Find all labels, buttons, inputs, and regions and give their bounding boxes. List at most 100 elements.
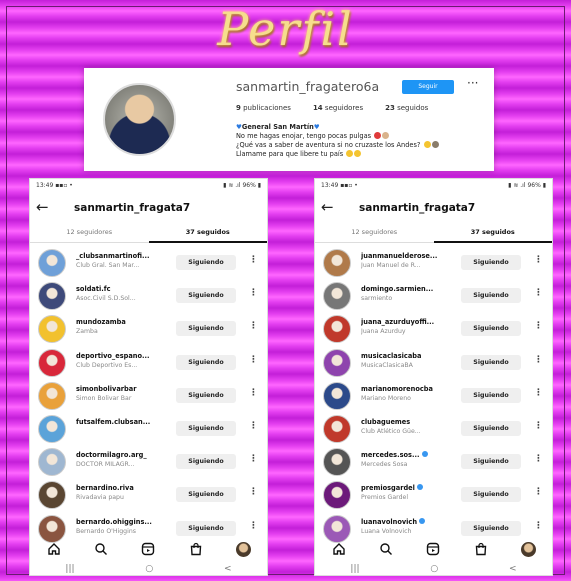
username[interactable]: mercedes.sos... xyxy=(361,451,453,459)
username[interactable]: marianomorenocba xyxy=(361,385,453,393)
list-item[interactable]: marianomorenocba Mariano Moreno Siguiendo ⋮ xyxy=(315,380,552,413)
reels-icon[interactable] xyxy=(424,540,442,558)
username[interactable]: futsalfem.clubsan... xyxy=(76,418,168,426)
username[interactable]: luanavolnovich xyxy=(361,517,453,526)
following-button[interactable]: Siguiendo xyxy=(461,288,521,304)
profile-avatar[interactable] xyxy=(234,540,252,558)
following-button[interactable]: Siguiendo xyxy=(176,420,236,436)
username[interactable]: musicaclasicaba xyxy=(361,352,453,360)
list-item[interactable]: juana_azurduyoffi... Juana Azurduy Siguien… xyxy=(315,313,552,346)
tab-followers[interactable]: 12 seguidores xyxy=(30,228,149,236)
username[interactable]: simonbolivarbar xyxy=(76,385,168,393)
username[interactable]: deportivo_espano... xyxy=(76,352,168,360)
user-avatar[interactable] xyxy=(323,414,351,443)
more-vertical-icon[interactable]: ⋮ xyxy=(534,454,543,464)
list-item[interactable]: _clubsanmartinofi... Club Gral. San Mar..… xyxy=(30,247,267,280)
more-vertical-icon[interactable]: ⋮ xyxy=(249,255,258,265)
profile-avatar[interactable] xyxy=(103,83,176,156)
username[interactable]: doctormilagro.arg_ xyxy=(76,451,168,459)
list-item[interactable]: simonbolivarbar Simon Bolivar Bar Siguiend… xyxy=(30,380,267,413)
following-button[interactable]: Siguiendo xyxy=(461,255,521,270)
tab-following[interactable]: 37 seguidos xyxy=(434,228,553,236)
recent-apps-button[interactable]: ||| xyxy=(65,564,74,574)
more-vertical-icon[interactable]: ⋮ xyxy=(249,521,258,531)
shop-icon[interactable] xyxy=(472,540,490,558)
user-avatar[interactable] xyxy=(38,481,66,510)
username[interactable]: clubaguemes xyxy=(361,418,453,426)
tab-following[interactable]: 37 seguidos xyxy=(149,228,268,236)
user-avatar[interactable] xyxy=(38,249,66,277)
following-button[interactable]: Siguiendo xyxy=(176,454,236,470)
more-vertical-icon[interactable]: ⋮ xyxy=(249,487,258,497)
following-button[interactable]: Siguiendo xyxy=(461,520,521,536)
user-avatar[interactable] xyxy=(323,448,351,477)
username[interactable]: bernardo.ohiggins... xyxy=(76,518,168,526)
username[interactable]: soldati.fc xyxy=(76,285,168,293)
back-button[interactable]: < xyxy=(509,564,517,574)
more-vertical-icon[interactable]: ⋮ xyxy=(534,388,543,398)
following-button[interactable]: Siguiendo xyxy=(461,454,521,470)
username[interactable]: domingo.sarmien... xyxy=(361,285,453,293)
following-button[interactable]: Siguiendo xyxy=(176,387,236,403)
more-vertical-icon[interactable]: ⋮ xyxy=(534,355,543,365)
list-item[interactable]: clubaguemes Club Atlético Güe... Siguiendo… xyxy=(315,413,552,446)
user-avatar[interactable] xyxy=(323,282,351,311)
following-button[interactable]: Siguiendo xyxy=(461,387,521,403)
list-item[interactable]: mercedes.sos... Mercedes Sosa Siguiendo ⋮ xyxy=(315,446,552,479)
user-avatar[interactable] xyxy=(323,481,351,510)
following-button[interactable]: Siguiendo xyxy=(176,288,236,304)
user-avatar[interactable] xyxy=(38,315,66,344)
list-item[interactable]: soldati.fc Asoc.Civil S.D.Sol... Siguiendo… xyxy=(30,280,267,313)
more-vertical-icon[interactable]: ⋮ xyxy=(249,454,258,464)
following-button[interactable]: Siguiendo xyxy=(176,255,236,270)
following-button[interactable]: Siguiendo xyxy=(461,487,521,503)
tab-followers[interactable]: 12 seguidores xyxy=(315,228,434,236)
list-item[interactable]: mundozamba Zamba Siguiendo ⋮ xyxy=(30,313,267,346)
more-vertical-icon[interactable]: ⋮ xyxy=(534,255,543,265)
shop-icon[interactable] xyxy=(187,540,205,558)
home-icon[interactable] xyxy=(45,540,63,558)
user-avatar[interactable] xyxy=(38,381,66,410)
more-vertical-icon[interactable]: ⋮ xyxy=(534,321,543,331)
home-icon[interactable] xyxy=(330,540,348,558)
reels-icon[interactable] xyxy=(139,540,157,558)
user-avatar[interactable] xyxy=(38,282,66,311)
list-item[interactable]: premiosgardel Premios Gardel Siguiendo ⋮ xyxy=(315,479,552,512)
following-button[interactable]: Siguiendo xyxy=(176,520,236,536)
user-avatar[interactable] xyxy=(323,348,351,377)
user-avatar[interactable] xyxy=(38,348,66,377)
more-options-icon[interactable]: ··· xyxy=(467,76,478,90)
back-arrow-icon[interactable]: ← xyxy=(321,199,334,215)
username[interactable]: juanmanuelderose... xyxy=(361,252,453,260)
back-arrow-icon[interactable]: ← xyxy=(36,199,49,215)
list-item[interactable]: doctormilagro.arg_ DOCTOR MILAGR... Siguie… xyxy=(30,446,267,479)
user-avatar[interactable] xyxy=(323,249,351,277)
search-icon[interactable] xyxy=(92,540,110,558)
following-button[interactable]: Siguiendo xyxy=(176,487,236,503)
home-button[interactable]: ○ xyxy=(145,564,153,574)
back-button[interactable]: < xyxy=(224,564,232,574)
stat-followers[interactable]: 14 seguidores xyxy=(313,104,363,112)
following-button[interactable]: Siguiendo xyxy=(176,354,236,370)
list-item[interactable]: deportivo_espano... Club Deportivo Es... S… xyxy=(30,347,267,380)
more-vertical-icon[interactable]: ⋮ xyxy=(534,421,543,431)
list-item[interactable]: juanmanuelderose... Juan Manuel de R... Si… xyxy=(315,247,552,280)
list-item[interactable]: futsalfem.clubsan... Siguiendo ⋮ xyxy=(30,413,267,446)
search-icon[interactable] xyxy=(377,540,395,558)
following-button[interactable]: Siguiendo xyxy=(461,321,521,337)
following-button[interactable]: Siguiendo xyxy=(461,354,521,370)
more-vertical-icon[interactable]: ⋮ xyxy=(249,321,258,331)
username[interactable]: premiosgardel xyxy=(361,484,453,492)
list-item[interactable]: bernardino.riva Rivadavia papu Siguiendo ⋮ xyxy=(30,479,267,512)
more-vertical-icon[interactable]: ⋮ xyxy=(249,288,258,298)
list-item[interactable]: domingo.sarmien... sarmiento Siguiendo ⋮ xyxy=(315,280,552,313)
list-item[interactable]: musicaclasicaba MusicaClasicaBA Siguiendo ⋮ xyxy=(315,347,552,380)
more-vertical-icon[interactable]: ⋮ xyxy=(249,421,258,431)
username[interactable]: juana_azurduyoffi... xyxy=(361,318,453,326)
more-vertical-icon[interactable]: ⋮ xyxy=(534,288,543,298)
username[interactable]: _clubsanmartinofi... xyxy=(76,252,168,260)
following-button[interactable]: Siguiendo xyxy=(461,420,521,436)
profile-avatar[interactable] xyxy=(519,540,537,558)
home-button[interactable]: ○ xyxy=(430,564,438,574)
user-avatar[interactable] xyxy=(38,414,66,443)
